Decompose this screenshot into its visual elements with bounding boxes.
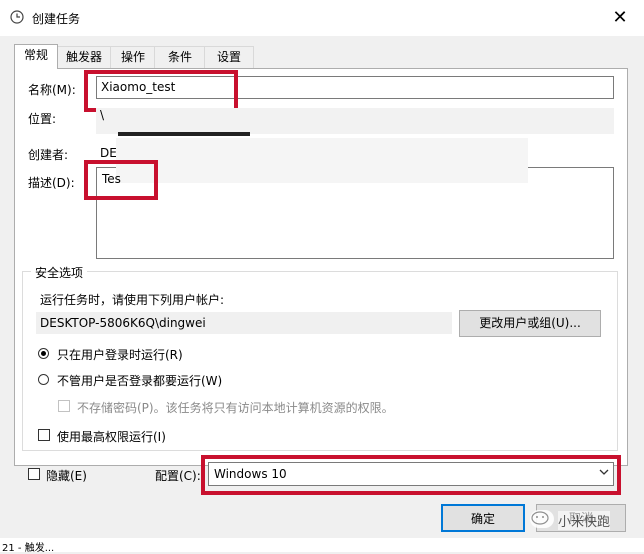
hidden-label: 隐藏(E) (46, 469, 87, 483)
hidden-checkbox[interactable] (28, 468, 40, 480)
tab-settings[interactable]: 设置 (204, 46, 254, 68)
ok-button[interactable]: 确定 (441, 504, 525, 532)
window-title: 创建任务 (32, 12, 81, 26)
location-label: 位置: (28, 112, 57, 126)
author-value: DE (100, 146, 117, 160)
tab-actions[interactable]: 操作 (110, 46, 156, 68)
tab-triggers[interactable]: 触发器 (56, 46, 112, 68)
tab-general[interactable]: 常规 (14, 44, 58, 69)
security-group-label: 安全选项 (31, 264, 88, 281)
name-label: 名称(M): (28, 83, 76, 97)
radio-logged-on-label: 只在用户登录时运行(R) (57, 348, 183, 362)
no-store-password-label: 不存储密码(P)。该任务将只有访问本地计算机资源的权限。 (77, 401, 394, 415)
radio-whether-logged-on-label: 不管用户是否登录都要运行(W) (57, 374, 223, 388)
watermark-text: 小米快跑 (558, 511, 611, 530)
wechat-icon (530, 510, 554, 528)
no-store-password-checkbox (58, 400, 70, 412)
taskbar (0, 538, 644, 552)
description-highlight-box (84, 160, 158, 200)
highest-privileges-checkbox[interactable] (38, 429, 50, 441)
change-user-button[interactable]: 更改用户或组(U)... (459, 310, 601, 337)
close-icon[interactable]: ✕ (605, 4, 635, 32)
author-label: 创建者: (28, 148, 69, 162)
highest-privileges-label: 使用最高权限运行(I) (57, 430, 166, 444)
configure-highlight-box (201, 455, 621, 495)
tab-conditions[interactable]: 条件 (154, 46, 206, 68)
configure-label: 配置(C): (155, 469, 201, 483)
run-as-prompt: 运行任务时，请使用下列用户帐户: (40, 293, 225, 307)
description-label: 描述(D): (28, 176, 75, 190)
radio-logged-on[interactable] (38, 348, 49, 359)
location-value: \ (100, 108, 105, 122)
redaction-bar (118, 132, 250, 136)
redaction-overlay-2 (116, 167, 528, 183)
title-bar (0, 0, 644, 36)
radio-whether-logged-on[interactable] (38, 374, 49, 385)
location-field (96, 108, 614, 134)
name-highlight-box (84, 70, 238, 112)
clock-icon (10, 10, 24, 24)
user-account-value: DESKTOP-5806K6Q\dingwei (40, 316, 206, 330)
